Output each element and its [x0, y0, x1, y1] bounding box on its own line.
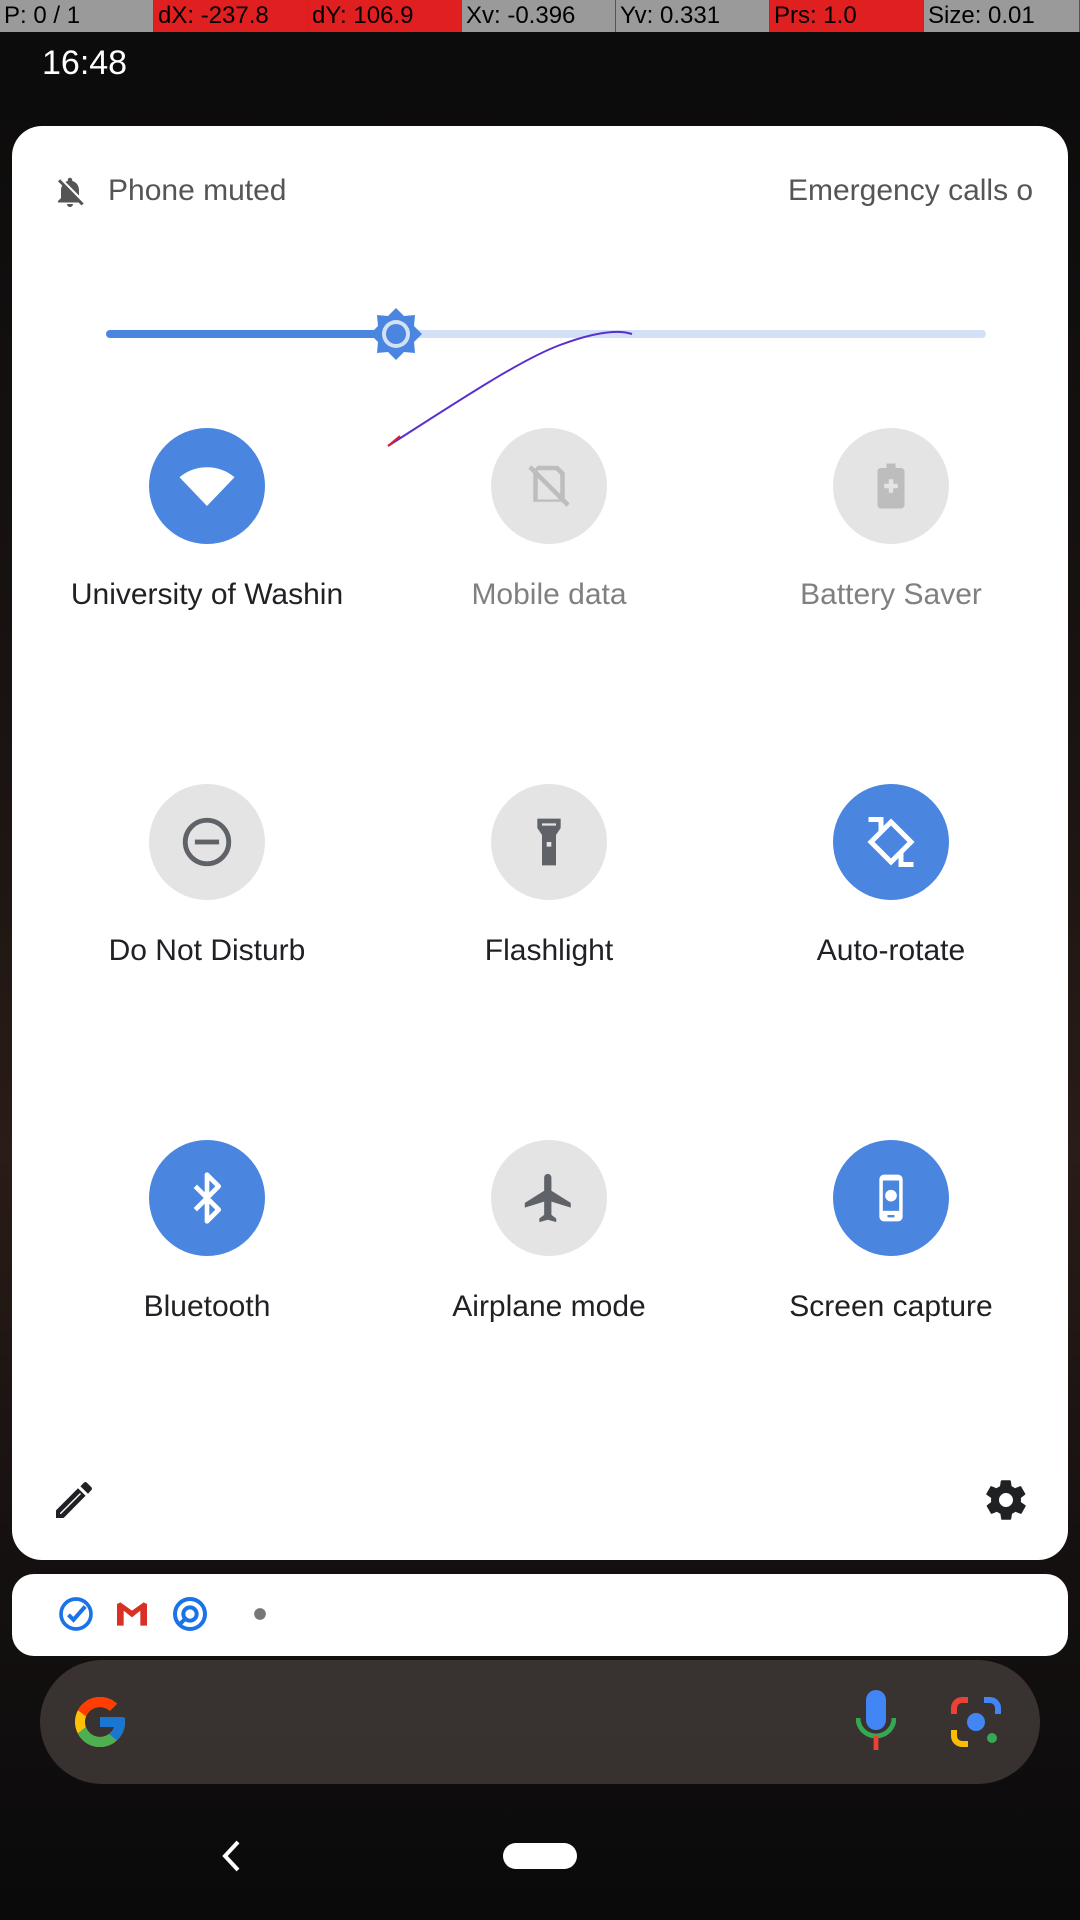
tile-label: Mobile data: [471, 578, 627, 611]
airplane-icon: [524, 1173, 571, 1223]
brightness-fill: [106, 330, 396, 338]
airplane-mode-toggle[interactable]: [491, 1140, 607, 1256]
tile-label: Flashlight: [484, 934, 614, 967]
auto-rotate-icon: [867, 817, 915, 867]
tile-label: Battery Saver: [800, 578, 982, 611]
pointer-debug-bar: P: 0 / 1 dX: -237.8 dY: 106.9 Xv: -0.396…: [0, 0, 1080, 32]
tile-screen-capture[interactable]: Screen capture: [720, 1140, 1062, 1440]
tile-bluetooth[interactable]: Bluetooth: [36, 1140, 378, 1440]
gmail-icon: [117, 1602, 147, 1626]
flashlight-toggle[interactable]: [491, 784, 607, 900]
debug-pointer: P: 0 / 1: [0, 0, 154, 32]
tasks-check-icon: [59, 1597, 93, 1631]
mobile-data-off-icon: [528, 465, 570, 507]
do-not-disturb-icon: [182, 817, 232, 867]
debug-dx: dX: -237.8: [154, 0, 308, 32]
debug-xv: Xv: -0.396: [462, 0, 616, 32]
tile-label: Airplane mode: [452, 1290, 646, 1323]
auto-rotate-toggle[interactable]: [833, 784, 949, 900]
wifi-icon: [179, 467, 235, 506]
tile-label: Screen capture: [789, 1290, 993, 1323]
lens-icon[interactable]: [948, 1694, 1004, 1750]
mic-icon[interactable]: [856, 1690, 896, 1754]
screen-capture-icon: [879, 1174, 903, 1222]
flashlight-icon: [537, 818, 561, 866]
tile-label: Auto-rotate: [816, 934, 966, 967]
tile-airplane-mode[interactable]: Airplane mode: [378, 1140, 720, 1440]
quick-settings-panel: Phone muted Emergency calls o University…: [12, 126, 1068, 1560]
do-not-disturb-toggle[interactable]: [149, 784, 265, 900]
qs-header: Phone muted Emergency calls o: [42, 168, 1038, 216]
tile-mobile-data[interactable]: Mobile data: [378, 428, 720, 728]
more-dot-icon: [254, 1608, 266, 1620]
google-search-bar[interactable]: [40, 1660, 1040, 1784]
tile-auto-rotate[interactable]: Auto-rotate: [720, 784, 1062, 1084]
tile-label: Do Not Disturb: [108, 934, 306, 967]
back-icon[interactable]: [218, 1838, 248, 1874]
debug-size: Size: 0.01: [924, 0, 1080, 32]
debug-dy: dY: 106.9: [308, 0, 462, 32]
wifi-toggle[interactable]: [149, 428, 265, 544]
bluetooth-icon: [193, 1172, 222, 1224]
tile-label: University of Washin: [70, 578, 344, 611]
emergency-calls-label: Emergency calls o: [788, 174, 1034, 207]
battery-saver-toggle[interactable]: [833, 428, 949, 544]
tile-wifi[interactable]: University of Washin: [36, 428, 378, 728]
google-logo-icon: [75, 1697, 125, 1747]
mobile-data-toggle[interactable]: [491, 428, 607, 544]
tile-battery-saver[interactable]: Battery Saver: [720, 428, 1062, 728]
notification-icon-strip[interactable]: [12, 1574, 1068, 1656]
bell-off-icon: [58, 177, 84, 207]
tile-do-not-disturb[interactable]: Do Not Disturb: [36, 784, 378, 1084]
brightness-slider[interactable]: [106, 304, 986, 364]
brightness-icon[interactable]: [366, 304, 426, 364]
debug-prs: Prs: 1.0: [770, 0, 924, 32]
home-pill[interactable]: [503, 1843, 577, 1869]
gear-icon[interactable]: [982, 1476, 1030, 1524]
app-icon: [173, 1597, 207, 1631]
tile-label: Bluetooth: [143, 1290, 271, 1323]
bluetooth-toggle[interactable]: [149, 1140, 265, 1256]
edit-icon[interactable]: [50, 1476, 98, 1524]
phone-muted-label: Phone muted: [108, 174, 287, 207]
debug-yv: Yv: 0.331: [616, 0, 770, 32]
battery-saver-icon: [877, 463, 905, 509]
tile-flashlight[interactable]: Flashlight: [378, 784, 720, 1084]
status-bar-time: 16:48: [42, 44, 128, 82]
screen-capture-toggle[interactable]: [833, 1140, 949, 1256]
